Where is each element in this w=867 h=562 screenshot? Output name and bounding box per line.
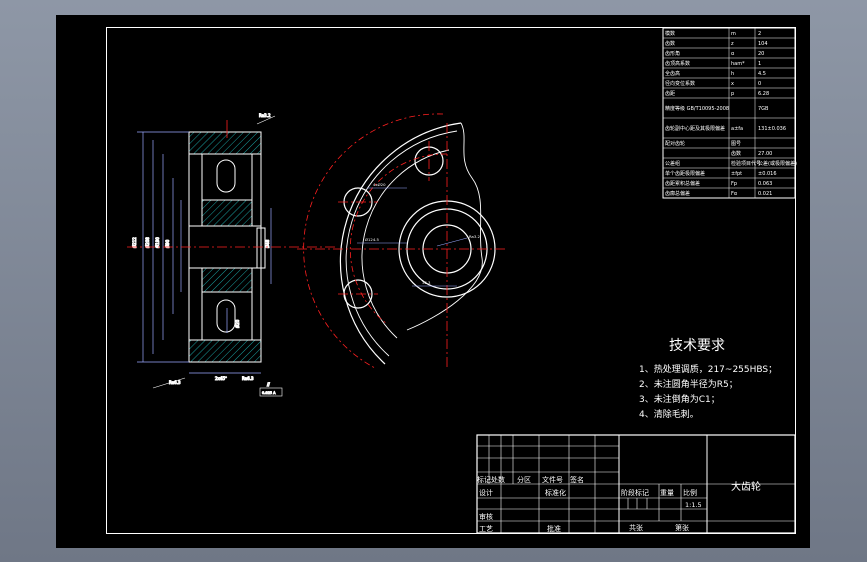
param-name: 齿数 (665, 40, 675, 47)
svg-text:Ra3.2: Ra3.2 (469, 234, 481, 239)
tb-scale-value: 1:1.5 (685, 501, 702, 509)
tb-signature: 签名 (570, 475, 584, 484)
param-name: 公差组 (665, 160, 680, 167)
tb-sheet-no: 第张 (675, 523, 689, 532)
param-value: 104 (758, 41, 768, 47)
gear-front-view: 4xØ20 Ø124.5 36.3 Ra3.2 (297, 113, 507, 369)
tech-item-2: 2、未注圆角半径为R5； (639, 378, 738, 390)
svg-text:0.025 A: 0.025 A (262, 391, 276, 395)
param-name: 模数 (665, 30, 675, 37)
tech-item-3: 3、未注倒角为C1； (639, 393, 720, 405)
param-name: 齿距累积总偏差 (665, 180, 700, 187)
tb-mark: 标记 (477, 475, 491, 484)
param-name: 齿廓总偏差 (665, 190, 690, 197)
tb-part-name: 大齿轮 (731, 480, 761, 493)
hub-hatch-top (201, 199, 253, 227)
technical-requirements: 技术要求 1、热处理调质，217~255HBS； 2、未注圆角半径为R5； 3、… (639, 338, 777, 420)
param-name: 齿距 (665, 91, 675, 97)
param-value: 1 (758, 61, 761, 67)
tb-standardize: 标准化 (545, 488, 566, 497)
param-name: 齿形角 (665, 50, 680, 57)
param-value: 0.021 (758, 191, 772, 197)
param-symbol: ham* (731, 61, 745, 67)
param-symbol: a±fa (731, 126, 743, 132)
web-hole-bottom (216, 299, 236, 333)
web-hole-top (216, 159, 236, 193)
svg-text:Ø208: Ø208 (145, 237, 150, 248)
param-value: 27.00 (758, 151, 772, 157)
param-symbol: 图号 (731, 141, 741, 147)
svg-text:36.3: 36.3 (422, 280, 431, 285)
param-value: 0.063 (758, 181, 772, 187)
drawing-viewport[interactable]: Ra3.2 Ra6.3 2x45° Ra6.3 0.025 A // Ø212 … (56, 15, 810, 548)
hub-hatch-bottom (201, 267, 253, 293)
svg-text:2x45°: 2x45° (215, 376, 227, 381)
title-block: 标记 处数 分区 文件号 签名 设计 标准化 审核 工艺 批准 阶段标记 重量 … (476, 434, 796, 534)
param-value: 6.28 (758, 91, 769, 97)
param-value: 4.5 (758, 71, 766, 77)
param-name: 全齿高 (665, 70, 680, 77)
tb-approve: 批准 (547, 524, 561, 533)
svg-text:Ra6.3: Ra6.3 (169, 380, 181, 385)
param-value: 7GB (758, 106, 769, 112)
param-symbol: Fα (731, 191, 738, 197)
gear-drawing: Ra3.2 Ra6.3 2x45° Ra6.3 0.025 A // Ø212 … (127, 28, 797, 534)
param-symbol: x (731, 81, 734, 87)
param-value: ±0.016 (758, 171, 777, 177)
param-symbol: m (731, 31, 736, 37)
web-top (201, 153, 253, 201)
param-name: 径向变位系数 (665, 80, 695, 87)
param-value: 131±0.036 (758, 126, 786, 132)
tech-item-1: 1、热处理调质，217~255HBS； (639, 363, 777, 375)
param-symbol: 检验项目代号 (731, 160, 761, 167)
param-symbol: α (731, 51, 735, 57)
svg-text:Ra3.2: Ra3.2 (259, 113, 271, 118)
svg-text://: // (267, 382, 270, 387)
svg-text:4xØ20: 4xØ20 (373, 182, 386, 187)
param-symbol: h (731, 71, 734, 77)
param-value: 公差(或极限偏差)值 (758, 160, 797, 167)
tb-weight: 重量 (660, 489, 674, 497)
svg-text:Ra6.3: Ra6.3 (242, 376, 254, 381)
gear-section-view: Ra3.2 Ra6.3 2x45° Ra6.3 0.025 A // Ø212 … (127, 113, 337, 397)
tech-item-4: 4、清除毛刺。 (639, 408, 699, 420)
param-symbol: z (731, 41, 734, 47)
param-symbol: Fp (731, 181, 737, 187)
param-name: 单个齿距极限偏差 (665, 170, 705, 177)
drawing-sheet-border: Ra3.2 Ra6.3 2x45° Ra6.3 0.025 A // Ø212 … (106, 27, 797, 534)
tb-zone: 分区 (517, 475, 531, 484)
param-value: 0 (758, 81, 761, 87)
param-name: 精度等级 GB/T10095-2008 (665, 105, 729, 112)
tb-file-no: 文件号 (542, 475, 563, 484)
svg-text:Ø20: Ø20 (235, 319, 240, 328)
rim-hatch-bottom (188, 339, 262, 363)
svg-text:Ø212: Ø212 (132, 237, 137, 248)
section-dimensions (137, 131, 272, 374)
param-symbol: p (731, 91, 734, 97)
tb-stage-mark: 阶段标记 (621, 488, 649, 497)
tb-design: 设计 (479, 488, 493, 497)
param-symbol: ±fpt (731, 171, 742, 177)
param-symbol: 齿数 (731, 150, 741, 157)
tb-scale: 比例 (683, 488, 697, 497)
tb-review: 审核 (479, 512, 493, 521)
tb-process: 工艺 (479, 525, 493, 533)
rim-hatch-top (188, 131, 262, 155)
param-name: 配对齿轮 (665, 140, 685, 147)
tb-sheets-total: 共张 (629, 523, 643, 532)
param-value: 2 (758, 31, 761, 37)
gear-parameter-table: 模数 m 2 齿数 z 104 齿形角 α 20 齿顶高系数 ham* 1 全齿高 h 4.5 径向变位系数 x… (662, 28, 797, 199)
param-name: 齿顶高系数 (665, 60, 690, 67)
param-value: 20 (758, 51, 764, 57)
svg-text:Ø190: Ø190 (155, 237, 160, 248)
param-name: 齿轮副中心距及其极限偏差 (665, 125, 725, 132)
svg-text:Ø124.5: Ø124.5 (365, 237, 379, 242)
tb-count: 处数 (491, 475, 505, 484)
front-center-lines (297, 113, 507, 369)
tech-title: 技术要求 (669, 338, 725, 354)
